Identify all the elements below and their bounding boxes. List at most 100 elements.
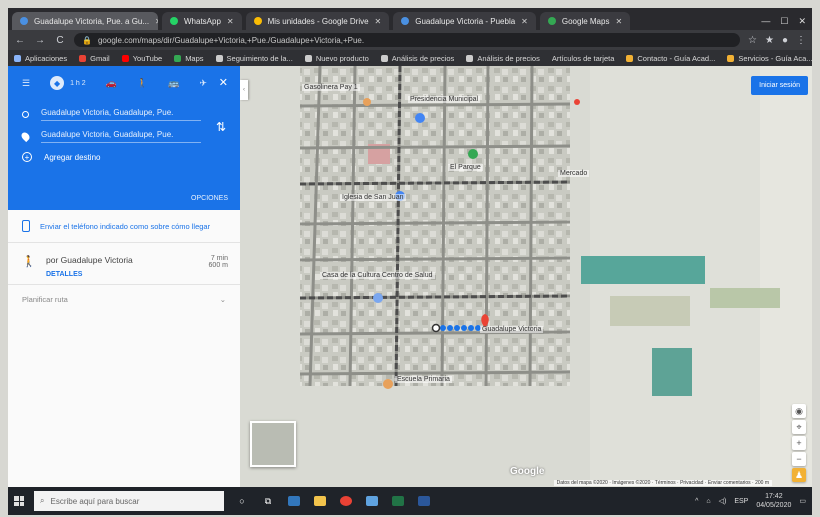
reload-icon[interactable]: C xyxy=(54,35,66,46)
tab-drive[interactable]: Mis unidades - Google Drive ✕ xyxy=(245,12,390,30)
close-icon[interactable]: ✕ xyxy=(375,17,382,26)
profile-icon[interactable]: ● xyxy=(782,35,788,46)
tab-maps-directions[interactable]: Guadalupe Victoria, Pue. a Gu... ✕ xyxy=(12,12,158,30)
bookmark-item[interactable]: Análisis de precios xyxy=(466,54,540,63)
options-link[interactable]: OPCIONES xyxy=(191,195,228,202)
taskbar-search[interactable]: ⌕ Escribe aquí para buscar xyxy=(34,491,224,511)
tab-title: Guadalupe Victoria, Pue. a Gu... xyxy=(34,16,150,26)
close-directions-icon[interactable]: ✕ xyxy=(219,76,228,89)
file-explorer-icon[interactable] xyxy=(312,494,328,508)
details-link[interactable]: DETALLES xyxy=(46,271,82,278)
browser-toolbar: ← → C 🔒 google.com/maps/dir/Guadalupe+Vi… xyxy=(8,30,812,50)
bookmark-item[interactable]: Seguimiento de la... xyxy=(215,54,293,63)
map-label[interactable]: Presidencia Municipal xyxy=(408,96,481,103)
tab-title: Google Maps xyxy=(561,16,610,26)
map-label[interactable]: Casa de la Cultura Centro de Salud xyxy=(320,272,435,279)
network-icon[interactable]: ⌂ xyxy=(706,498,710,505)
pegman-icon[interactable]: ♟ xyxy=(792,468,806,482)
close-icon[interactable]: ✕ xyxy=(521,17,528,26)
map-label[interactable]: Gasolinera Pay 1 xyxy=(302,84,360,91)
menu-icon[interactable]: ⋮ xyxy=(796,35,806,46)
best-route-icon[interactable]: ◆ xyxy=(50,76,65,90)
extension-icon[interactable]: ★ xyxy=(765,35,774,46)
search-icon: ⌕ xyxy=(40,496,45,505)
bookmark-item[interactable]: Gmail xyxy=(79,54,110,63)
task-view-icon[interactable]: ⧉ xyxy=(260,494,276,508)
walk-icon: 🚶 xyxy=(22,256,36,268)
tab-google-maps[interactable]: Google Maps ✕ xyxy=(539,12,631,30)
bookmark-item[interactable]: Nuevo producto xyxy=(304,54,369,63)
clock[interactable]: 17:42 04/05/2020 xyxy=(756,492,791,510)
close-icon[interactable]: ✕ xyxy=(227,17,234,26)
maps-favicon-icon xyxy=(547,17,556,25)
bookmark-item[interactable]: Aplicaciones xyxy=(14,54,67,63)
collapse-panel-tab[interactable]: ‹ xyxy=(240,80,248,100)
transit-icon[interactable]: 🚌 xyxy=(168,78,179,89)
toolbar-actions: ☆ ★ ● ⋮ xyxy=(748,35,806,46)
map-label[interactable]: Escuela Primaria xyxy=(395,376,452,383)
back-icon[interactable]: ← xyxy=(14,35,26,46)
origin-dot-icon xyxy=(22,111,29,118)
star-icon[interactable]: ☆ xyxy=(748,35,757,46)
my-location-icon[interactable]: ⌖ xyxy=(792,420,806,434)
zoom-in-button[interactable]: + xyxy=(792,436,806,450)
send-to-phone[interactable]: Enviar el teléfono indicado como sobre c… xyxy=(8,210,240,243)
destination-pin-icon xyxy=(19,130,32,143)
bookmark-item[interactable]: YouTube xyxy=(121,54,162,63)
car-icon[interactable]: 🚗 xyxy=(106,78,117,89)
store-icon[interactable] xyxy=(364,494,380,508)
menu-icon[interactable]: ☰ xyxy=(22,78,30,89)
close-icon[interactable]: ✕ xyxy=(155,17,158,26)
zoom-out-button[interactable]: − xyxy=(792,452,806,466)
windows-start-icon[interactable] xyxy=(14,496,24,506)
bookmark-item[interactable]: Servicios - Guía Aca... xyxy=(727,54,812,63)
edge-icon[interactable] xyxy=(286,494,302,508)
close-icon[interactable]: ✕ xyxy=(615,17,622,26)
language-indicator[interactable]: ESP xyxy=(734,498,748,505)
route-option[interactable]: 🚶 por Guadalupe Victoria DETALLES 7 min 6… xyxy=(8,243,240,285)
chrome-icon[interactable] xyxy=(338,494,354,508)
forward-icon[interactable]: → xyxy=(34,35,46,46)
tab-guadalupe[interactable]: Guadalupe Victoria - Puebla ✕ xyxy=(393,12,536,30)
bookmark-item[interactable]: Artículos de tarjeta xyxy=(552,54,615,63)
map-label[interactable]: Iglesia de San Juan xyxy=(340,194,406,201)
lock-icon: 🔒 xyxy=(82,35,92,45)
map-label[interactable]: El Parque xyxy=(448,164,483,171)
flight-icon[interactable]: ✈ xyxy=(199,78,207,89)
google-logo: Google xyxy=(510,466,545,477)
chevron-down-icon: ⌄ xyxy=(219,295,226,304)
cortana-icon[interactable]: ○ xyxy=(234,494,250,508)
whatsapp-favicon-icon xyxy=(170,17,178,25)
volume-icon[interactable]: ◁) xyxy=(719,497,727,505)
word-icon[interactable] xyxy=(416,494,432,508)
chevron-up-icon[interactable]: ^ xyxy=(695,498,698,505)
send-to-phone-label: Enviar el teléfono indicado como sobre c… xyxy=(40,221,211,231)
route-via: por Guadalupe Victoria xyxy=(46,255,133,265)
maximize-icon[interactable]: ☐ xyxy=(780,16,788,27)
minimize-icon[interactable]: — xyxy=(761,16,770,26)
add-destination[interactable]: + Agregar destino xyxy=(22,152,100,162)
route-time: 7 min 600 m xyxy=(208,255,228,269)
map-canvas[interactable]: ‹ Iniciar sesión Gasolinera Pay 1 Presid… xyxy=(240,66,812,487)
windows-taskbar: ⌕ Escribe aquí para buscar ○ ⧉ ^ ⌂ ◁) ES… xyxy=(8,487,812,515)
bookmark-item[interactable]: Análisis de precios xyxy=(380,54,454,63)
map-label[interactable]: Mercado xyxy=(558,170,590,177)
close-window-icon[interactable]: ✕ xyxy=(798,16,806,27)
plan-route[interactable]: Planificar ruta ⌄ xyxy=(8,285,240,314)
tab-whatsapp[interactable]: WhatsApp ✕ xyxy=(162,12,242,30)
excel-icon[interactable] xyxy=(390,494,406,508)
map-label[interactable]: Guadalupe Victoria xyxy=(480,326,544,333)
destination-input[interactable]: Guadalupe Victoria, Guadalupe, Pue. xyxy=(41,130,201,143)
address-text: google.com/maps/dir/Guadalupe+Victoria,+… xyxy=(97,35,365,45)
field-green-1 xyxy=(581,256,705,284)
bookmark-item[interactable]: Contacto - Guía Acad... xyxy=(626,54,715,63)
layers-toggle[interactable] xyxy=(250,421,296,467)
origin-input[interactable]: Guadalupe Victoria, Guadalupe, Pue. xyxy=(41,108,201,121)
notifications-icon[interactable]: ▭ xyxy=(799,497,806,505)
address-bar[interactable]: 🔒 google.com/maps/dir/Guadalupe+Victoria… xyxy=(74,33,741,47)
compass-icon[interactable]: ◉ xyxy=(792,404,806,418)
swap-icon[interactable]: ⇅ xyxy=(216,120,226,134)
sign-in-button[interactable]: Iniciar sesión xyxy=(751,76,808,95)
walk-icon[interactable]: 🚶 xyxy=(137,78,148,89)
bookmark-item[interactable]: Maps xyxy=(174,54,204,63)
